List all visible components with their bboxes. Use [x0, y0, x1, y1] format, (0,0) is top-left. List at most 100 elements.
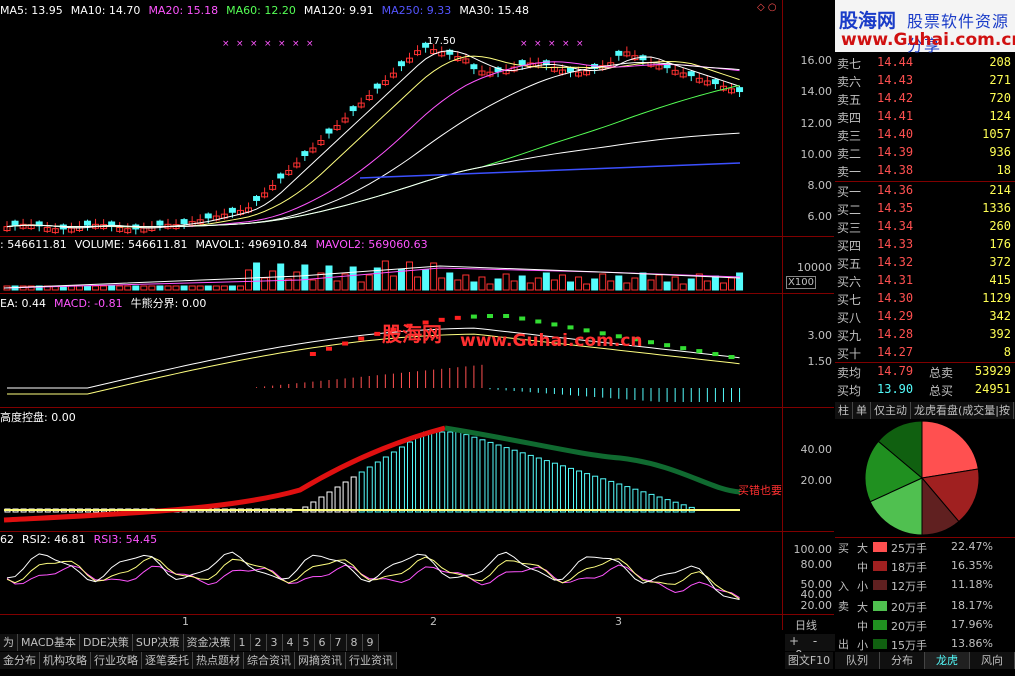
legend-entry: MA20: 15.18 [148, 4, 219, 17]
bottom-tab[interactable]: 资金决策 [183, 634, 235, 651]
bottom-tab[interactable]: 行业资讯 [346, 652, 397, 669]
y-tick-label: 100.00 [793, 543, 833, 556]
bottom-tab[interactable]: 1 [234, 634, 251, 651]
control-bar [390, 451, 397, 513]
bottom-tab[interactable]: 金分布 [0, 652, 40, 669]
volume-bar [454, 279, 462, 291]
period-label[interactable]: 日线 [795, 617, 817, 633]
orderbook-label: 买九 [837, 329, 862, 343]
time-label-3: 3 [615, 615, 622, 628]
bottom-tab[interactable]: 2 [250, 634, 267, 651]
zoom-out-button[interactable]: - [813, 634, 817, 648]
watermark-cn: 股海网 [382, 322, 442, 346]
orderbook-row: 卖一 14.38 18 [835, 163, 1015, 181]
volume-bar [212, 285, 220, 291]
legend-entry: : 546611.81 [0, 238, 67, 251]
volume-bar [156, 285, 164, 291]
right-tab[interactable]: 风向 [970, 652, 1015, 669]
candle-body [228, 207, 236, 213]
volume-bar [510, 280, 518, 291]
rsi3-line [6, 564, 740, 599]
right-tab[interactable]: 分布 [880, 652, 925, 669]
ma-line [6, 50, 740, 229]
bottom-tab[interactable]: 为 [0, 634, 18, 651]
orderbook-price: 14.28 [877, 327, 914, 341]
bottom-tab[interactable]: SUP决策 [132, 634, 184, 651]
flow-size: 中 [857, 561, 868, 574]
volume-bar [414, 276, 422, 291]
right-tab[interactable]: 队列 [835, 652, 880, 669]
control-legend: 高度控盘: 0.00 [0, 409, 84, 425]
bottom-tab[interactable]: MACD基本 [18, 634, 80, 651]
bottom-tab[interactable]: DDE决策 [79, 634, 133, 651]
avg-sell-label: 卖均 [837, 366, 862, 380]
orderbook-volume: 1336 [982, 201, 1011, 215]
orderbook-price: 14.36 [877, 183, 914, 197]
right-tab[interactable]: 龙虎 [925, 652, 970, 669]
bottom-tab[interactable]: 机构攻略 [40, 652, 91, 669]
bottom-tab[interactable]: 逐笔委托 [142, 652, 193, 669]
orderbook-volume: 176 [989, 237, 1011, 251]
pie-tab[interactable]: 仅主动 [871, 402, 911, 419]
volume-bar [502, 273, 510, 291]
right-panel: 股海网 股票软件资源分享 www.Guhai.com.cn 卖七 14.44 208… [835, 0, 1015, 676]
legend-entry: MA120: 9.91 [303, 4, 374, 17]
orderbook-volume: 8 [1003, 345, 1011, 359]
avg-buy-row: 买均 13.90 总买 24951 [835, 382, 1015, 400]
volume-bar [486, 283, 494, 291]
orderbook-row: 买十 14.27 8 [835, 345, 1015, 363]
orderbook-row: 卖七 14.44 208 [835, 55, 1015, 73]
control-bar [559, 465, 566, 513]
legend-entry: EA: 0.44 [0, 297, 46, 310]
flow-amount: 18万手 [891, 561, 927, 574]
control-bar [423, 431, 430, 513]
bottom-tab[interactable]: 9 [362, 634, 379, 651]
pie-divider [835, 537, 1015, 538]
orderbook-price: 14.35 [877, 201, 914, 215]
bottom-tab[interactable]: 热点题材 [193, 652, 244, 669]
flow-side-label: 卖 [838, 600, 849, 613]
candle-body [567, 67, 574, 73]
y-tick-label: 1.50 [807, 355, 833, 368]
pie-tab[interactable]: 单 [853, 402, 871, 419]
orderbook-price: 14.41 [877, 109, 914, 123]
bottom-tab[interactable]: 行业攻略 [91, 652, 142, 669]
volume-bar [591, 278, 599, 291]
orderbook-label: 卖二 [837, 147, 862, 161]
bottom-tab[interactable]: 7 [330, 634, 347, 651]
bottom-tab[interactable]: 5 [298, 634, 315, 651]
flow-size: 小 [857, 580, 868, 593]
bottom-tab[interactable]: 综合资讯 [244, 652, 295, 669]
pie-tab[interactable]: 龙虎看盘(成交量|按 [911, 402, 1014, 419]
orderbook-row: 买六 14.31 415 [835, 273, 1015, 291]
bottom-tab[interactable]: 8 [346, 634, 363, 651]
orderbook-label: 买七 [837, 293, 862, 307]
macd-signal-dot [567, 325, 574, 330]
candle-body [156, 220, 164, 226]
bottom-tab[interactable]: 6 [314, 634, 331, 651]
control-bar [511, 449, 518, 513]
volume-bar [542, 272, 550, 291]
orderbook-label: 买三 [837, 221, 862, 235]
orderbook-volume: 392 [989, 327, 1011, 341]
pie-tab[interactable]: 柱 [835, 402, 853, 419]
candle-body [518, 60, 526, 66]
total-buy-label: 总买 [929, 384, 954, 398]
flow-side-label: 出 [838, 638, 849, 651]
volume-bar [534, 277, 542, 291]
window-controls[interactable]: ◇ ○ [757, 2, 777, 13]
orderbook-row: 卖四 14.41 124 [835, 109, 1015, 127]
volume-bar [309, 279, 317, 291]
flow-side-label: 入 [838, 580, 849, 593]
signal-marker: × [306, 39, 314, 49]
flow-amount: 15万手 [891, 639, 927, 652]
volume-bar [365, 274, 373, 291]
orderbook-row: 买四 14.33 176 [835, 237, 1015, 255]
bottom-tab[interactable]: 3 [266, 634, 283, 651]
bottom-tab[interactable]: 4 [282, 634, 299, 651]
f10-button[interactable]: 图文F10 [785, 652, 833, 669]
orderbook-price: 14.38 [877, 163, 914, 177]
macd-signal-dot [374, 331, 381, 336]
bottom-tab[interactable]: 网摘资讯 [295, 652, 346, 669]
zoom-in-button[interactable]: + [789, 634, 799, 648]
